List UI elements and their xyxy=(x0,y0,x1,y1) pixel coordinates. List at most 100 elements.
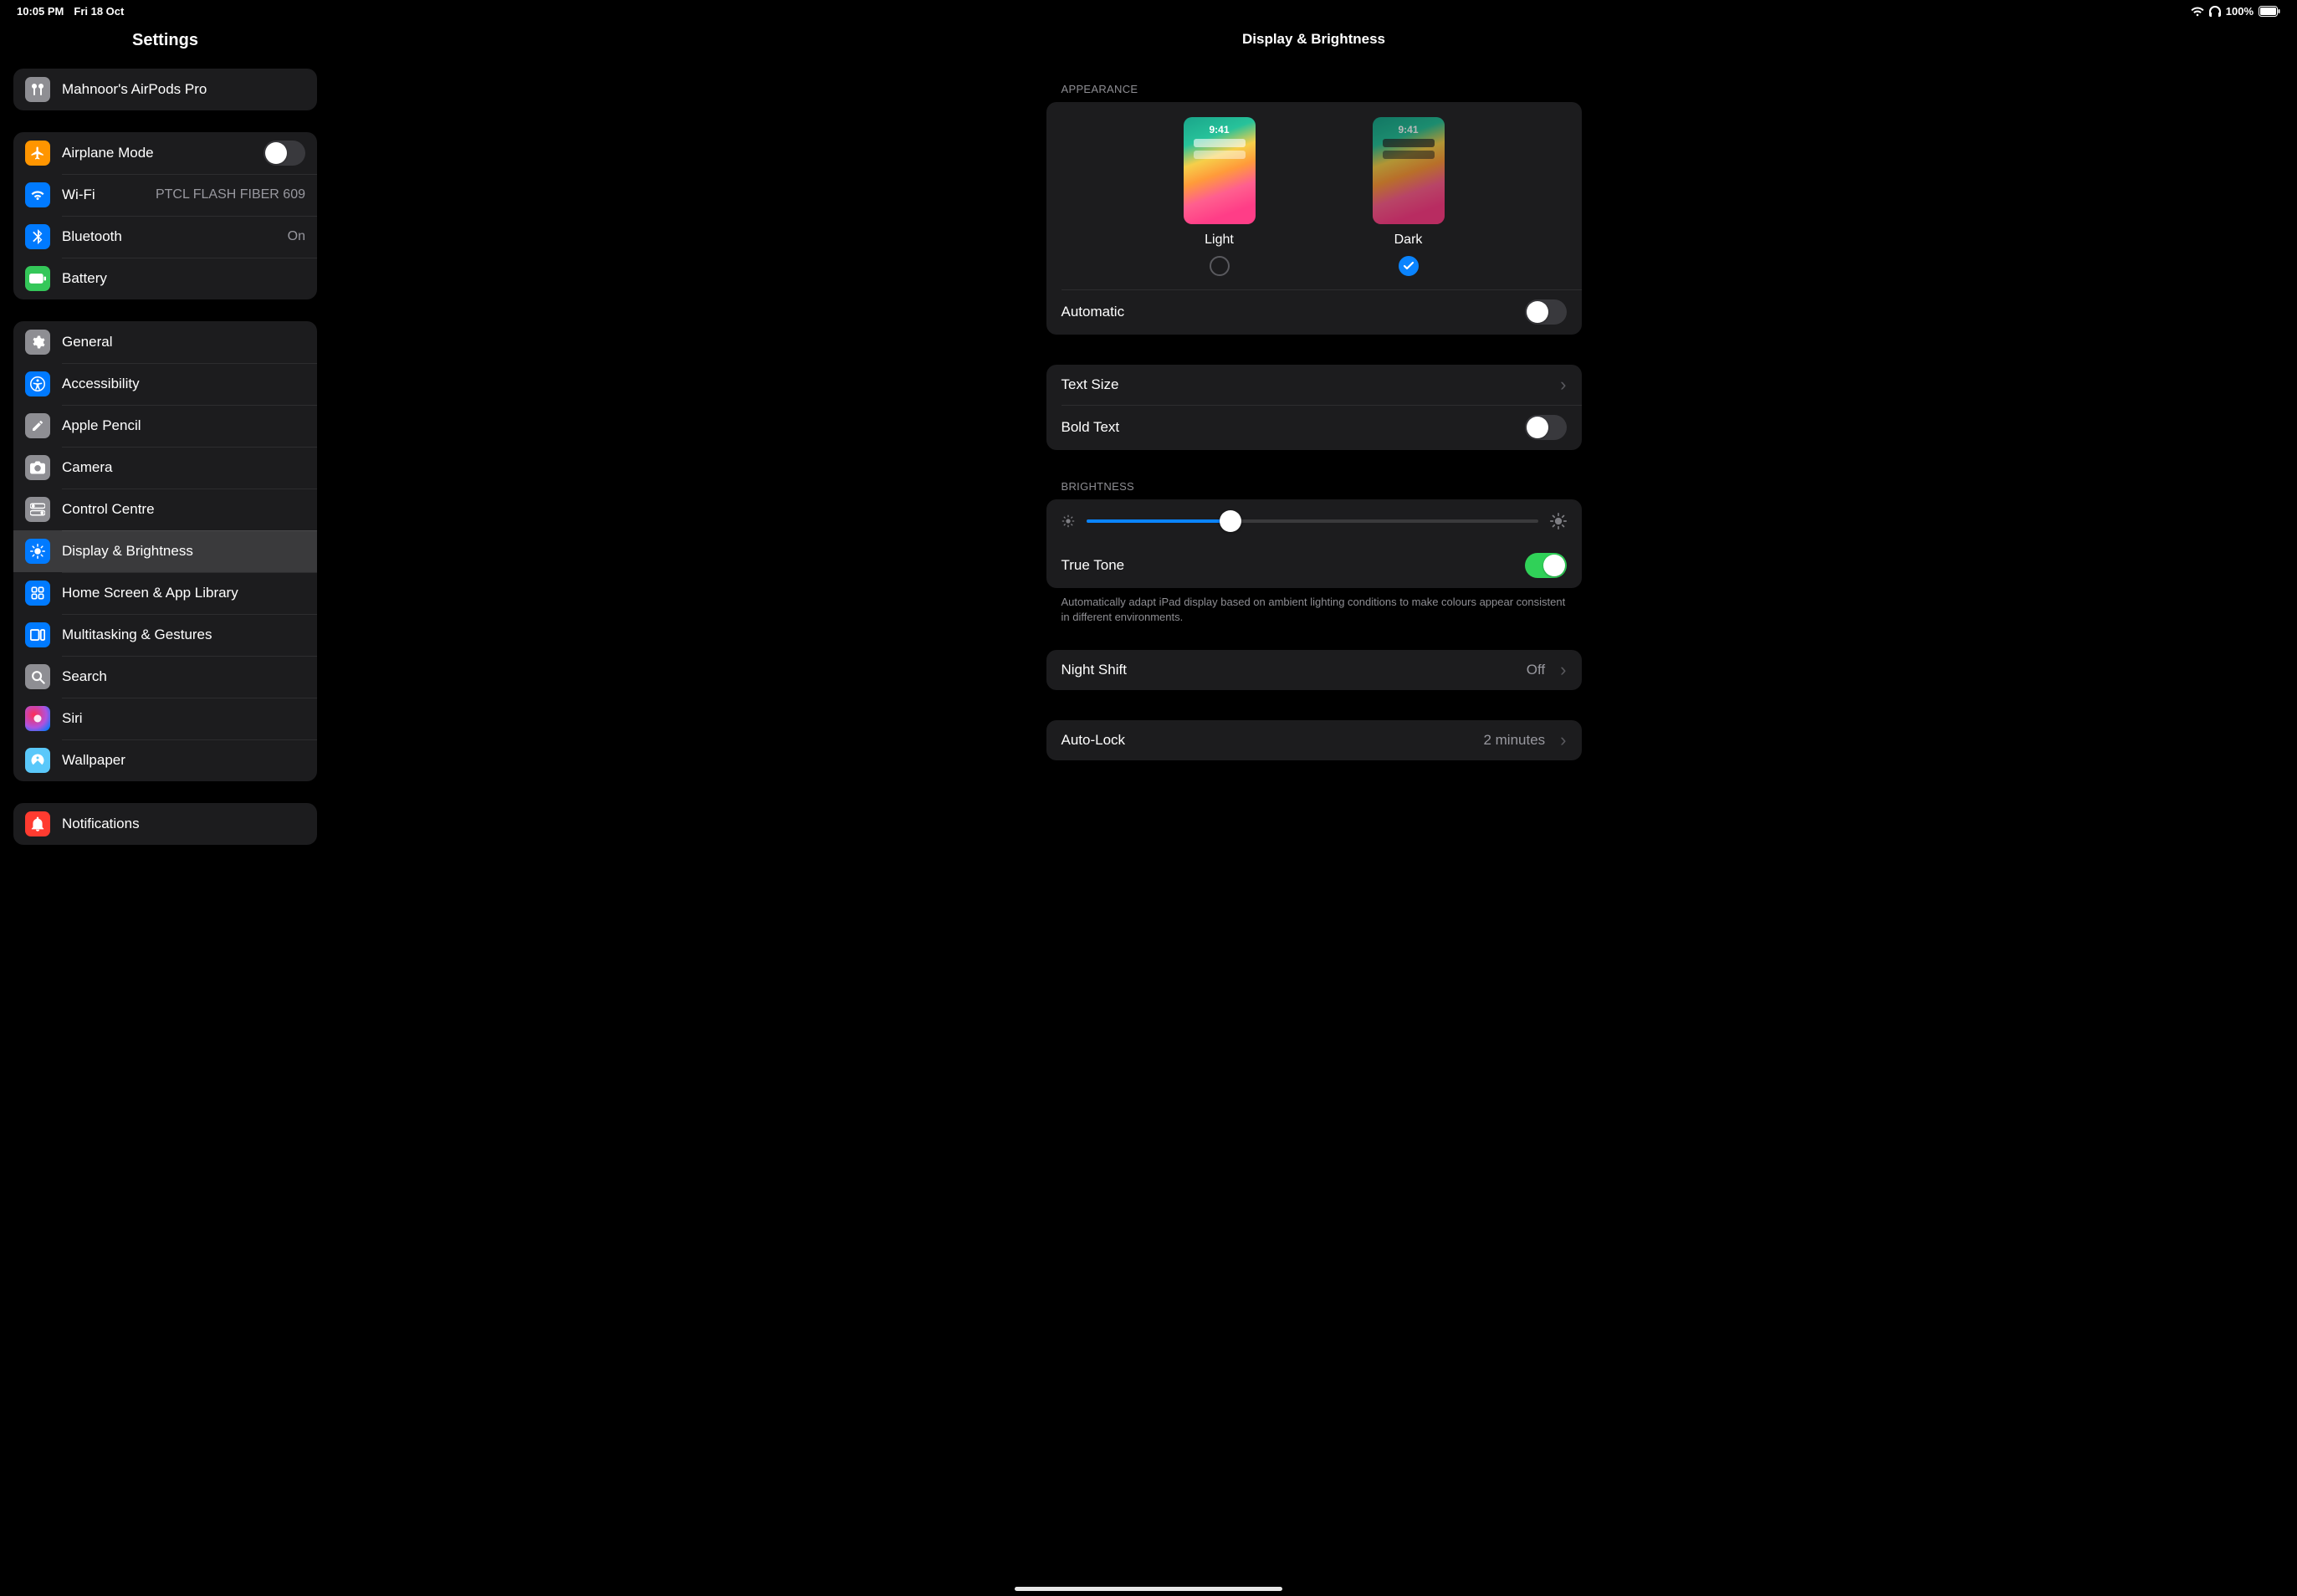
brightness-slider-row xyxy=(1046,499,1582,543)
camera-icon xyxy=(25,455,50,480)
sidebar-item-label: Bluetooth xyxy=(62,228,276,245)
home-indicator xyxy=(1015,1587,1282,1591)
sidebar-group-extra: Notifications xyxy=(13,803,317,845)
night-shift-value: Off xyxy=(1527,662,1545,678)
night-shift-row[interactable]: Night Shift Off › xyxy=(1046,650,1582,690)
true-tone-footer: Automatically adapt iPad display based o… xyxy=(1046,588,1582,628)
text-panel: Text Size › Bold Text xyxy=(1046,365,1582,450)
sidebar-item-multitasking-gestures[interactable]: Multitasking & Gestures xyxy=(13,614,317,656)
bell-icon xyxy=(25,811,50,836)
status-right: 100% xyxy=(2191,5,2280,18)
sidebar-item-label: Siri xyxy=(62,710,305,727)
sidebar-item-label: Control Centre xyxy=(62,501,305,518)
sidebar-item-label: Wallpaper xyxy=(62,752,305,769)
brightness-header: BRIGHTNESS xyxy=(1046,450,1582,499)
sidebar-title: Settings xyxy=(13,19,317,69)
sidebar-item-label: Wi-Fi xyxy=(62,187,144,203)
sidebar-item-detail: On xyxy=(288,229,305,244)
sidebar-item-bluetooth[interactable]: Bluetooth On xyxy=(13,216,317,258)
light-thumb: 9:41 xyxy=(1184,117,1256,224)
chevron-icon: › xyxy=(1560,731,1566,749)
sidebar-item-label: General xyxy=(62,334,305,350)
automatic-row[interactable]: Automatic xyxy=(1046,289,1582,335)
bluetooth-icon xyxy=(25,224,50,249)
wallpaper-icon xyxy=(25,748,50,773)
appearance-option-dark[interactable]: 9:41 Dark xyxy=(1373,117,1445,276)
status-date: Fri 18 Oct xyxy=(74,5,124,18)
text-size-row[interactable]: Text Size › xyxy=(1046,365,1582,405)
appearance-header: APPEARANCE xyxy=(1046,66,1582,102)
switches-icon xyxy=(25,497,50,522)
sidebar-item-label: Notifications xyxy=(62,816,305,832)
accessibility-icon xyxy=(25,371,50,396)
headphones-status-icon xyxy=(2209,6,2221,17)
search-icon xyxy=(25,664,50,689)
sidebar-item-battery[interactable]: Battery xyxy=(13,258,317,299)
content-pane: Display & Brightness APPEARANCE 9:41 Lig… xyxy=(330,19,2297,1595)
brightness-panel: True Tone xyxy=(1046,499,1582,588)
sidebar-item-airplane-mode[interactable]: Airplane Mode xyxy=(13,132,317,174)
sidebar-item-camera[interactable]: Camera xyxy=(13,447,317,489)
sidebar-item-apple-pencil[interactable]: Apple Pencil xyxy=(13,405,317,447)
true-tone-row[interactable]: True Tone xyxy=(1046,543,1582,588)
sidebar-item-search[interactable]: Search xyxy=(13,656,317,698)
chevron-icon: › xyxy=(1560,661,1566,679)
light-label: Light xyxy=(1205,233,1234,248)
sidebar-item-label: Multitasking & Gestures xyxy=(62,627,305,643)
sidebar-item-label: Home Screen & App Library xyxy=(62,585,305,601)
bold-text-toggle[interactable] xyxy=(1525,415,1567,440)
sidebar-group-connectivity: Airplane Mode Wi-Fi PTCL FLASH FIBER 609 Bl… xyxy=(13,132,317,299)
light-radio[interactable] xyxy=(1210,256,1230,276)
sun-large-icon xyxy=(1550,513,1567,529)
sidebar-item-siri[interactable]: Siri xyxy=(13,698,317,739)
siri-icon xyxy=(25,706,50,731)
auto-lock-panel: Auto-Lock 2 minutes › xyxy=(1046,720,1582,760)
grid-icon xyxy=(25,581,50,606)
multitask-icon xyxy=(25,622,50,647)
bold-text-label: Bold Text xyxy=(1062,419,1513,436)
page-title: Display & Brightness xyxy=(330,19,2297,66)
airpods-icon xyxy=(25,77,50,102)
auto-lock-row[interactable]: Auto-Lock 2 minutes › xyxy=(1046,720,1582,760)
sidebar-item-display-brightness[interactable]: Display & Brightness xyxy=(13,530,317,572)
auto-lock-value: 2 minutes xyxy=(1483,732,1545,749)
true-tone-label: True Tone xyxy=(1062,557,1513,574)
sidebar-item-accessibility[interactable]: Accessibility xyxy=(13,363,317,405)
sidebar-item-home-screen-app-library[interactable]: Home Screen & App Library xyxy=(13,572,317,614)
sidebar-item-notifications[interactable]: Notifications xyxy=(13,803,317,845)
dark-radio[interactable] xyxy=(1399,256,1419,276)
sidebar-item-general[interactable]: General xyxy=(13,321,317,363)
battery-pct: 100% xyxy=(2226,5,2254,18)
appearance-option-light[interactable]: 9:41 Light xyxy=(1184,117,1256,276)
status-bar: 10:05 PM Fri 18 Oct 100% xyxy=(0,0,2297,19)
airplane-mode-toggle[interactable] xyxy=(263,141,305,166)
sidebar-item-label: Search xyxy=(62,668,305,685)
sidebar-item-label: Apple Pencil xyxy=(62,417,305,434)
automatic-toggle[interactable] xyxy=(1525,299,1567,325)
automatic-label: Automatic xyxy=(1062,304,1513,320)
sidebar-group-airpods: Mahnoor's AirPods Pro xyxy=(13,69,317,110)
battery-status-icon xyxy=(2259,6,2280,17)
gear-icon xyxy=(25,330,50,355)
sidebar-item-detail: PTCL FLASH FIBER 609 xyxy=(156,187,305,202)
battery-icon xyxy=(25,266,50,291)
sidebar-item-wallpaper[interactable]: Wallpaper xyxy=(13,739,317,781)
auto-lock-label: Auto-Lock xyxy=(1062,732,1472,749)
chevron-icon: › xyxy=(1560,376,1566,394)
sidebar-item-wi-fi[interactable]: Wi-Fi PTCL FLASH FIBER 609 xyxy=(13,174,317,216)
true-tone-toggle[interactable] xyxy=(1525,553,1567,578)
sidebar-item-airpods[interactable]: Mahnoor's AirPods Pro xyxy=(13,69,317,110)
dark-thumb: 9:41 xyxy=(1373,117,1445,224)
brightness-icon xyxy=(25,539,50,564)
airplane-icon xyxy=(25,141,50,166)
status-time: 10:05 PM xyxy=(17,5,64,18)
sidebar-item-label: Accessibility xyxy=(62,376,305,392)
wifi-status-icon xyxy=(2191,7,2204,17)
sidebar-item-control-centre[interactable]: Control Centre xyxy=(13,489,317,530)
dark-label: Dark xyxy=(1394,233,1423,248)
wifi-icon xyxy=(25,182,50,207)
text-size-label: Text Size xyxy=(1062,376,1546,393)
brightness-slider[interactable] xyxy=(1087,519,1538,523)
bold-text-row[interactable]: Bold Text xyxy=(1046,405,1582,450)
pencil-icon xyxy=(25,413,50,438)
